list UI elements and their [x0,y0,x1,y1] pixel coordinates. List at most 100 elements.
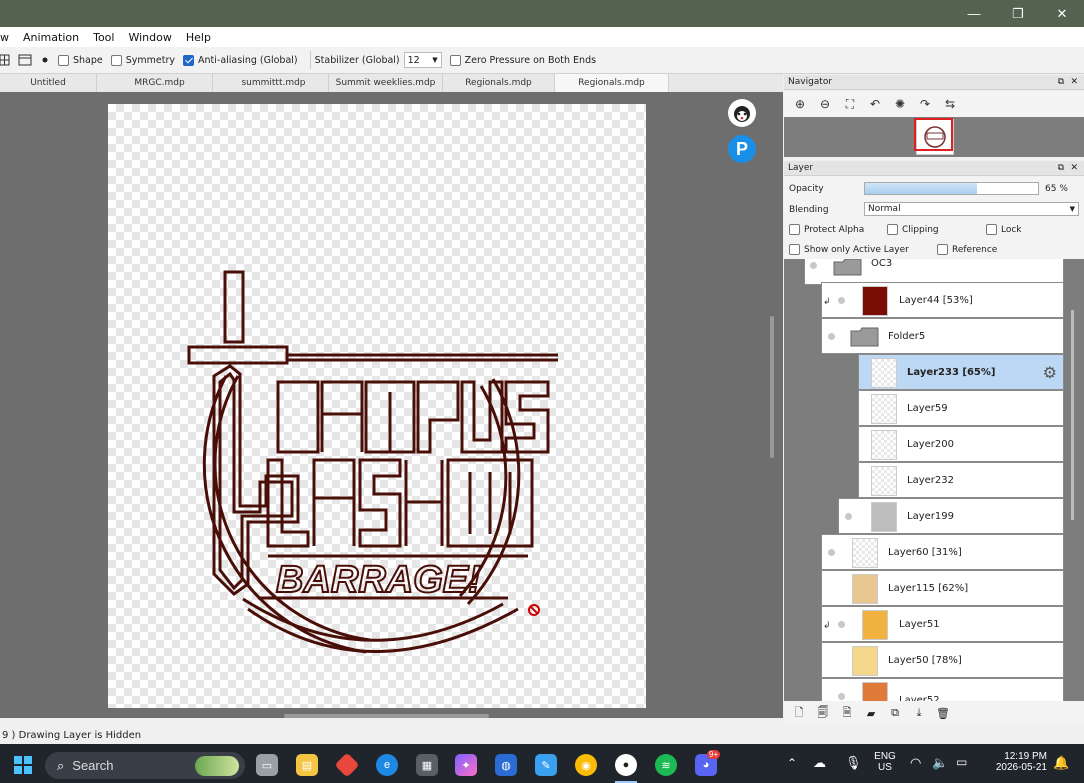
clipping-checkbox[interactable] [887,224,898,235]
tab-mrgc[interactable]: MRGC.mdp [107,74,213,92]
new-layer-icon[interactable]: 🗋 [792,706,806,720]
show-only-active-checkbox[interactable] [789,244,800,255]
visibility-icon[interactable] [838,297,845,304]
close-button[interactable]: ✕ [1040,0,1084,27]
panel-close-icon[interactable]: ✕ [1070,75,1078,90]
tab-regionals-active[interactable]: Regionals.mdp [555,74,669,92]
grid-icon[interactable] [0,54,10,66]
visibility-icon[interactable] [845,513,852,520]
lock-option[interactable]: Lock [986,224,1022,235]
flip-horizontal-icon[interactable]: ⇆ [940,94,960,114]
menu-animation[interactable]: Animation [16,31,86,44]
chevron-up-icon[interactable]: ⌃ [787,756,797,770]
opacity-slider[interactable] [864,182,1039,195]
language-indicator[interactable]: ENG US [872,751,898,773]
cloud-sync-icon[interactable]: ☁ [813,755,826,771]
pin-icon[interactable]: ⧉ [1058,161,1064,176]
reference-checkbox[interactable] [937,244,948,255]
layer-row-folder5[interactable]: Folder5 [821,318,1064,354]
visibility-icon[interactable] [810,262,817,269]
new-1bit-layer-icon[interactable]: 🗎 [840,706,854,720]
menu-help[interactable]: Help [179,31,218,44]
reset-rotation-icon[interactable]: ✺ [890,94,910,114]
davinci-icon[interactable]: ◍ [495,754,517,776]
store-icon[interactable]: ▦ [416,754,438,776]
visibility-icon[interactable] [838,621,845,628]
lock-checkbox[interactable] [986,224,997,235]
layer-row-layer60[interactable]: Layer60 [31%] [821,534,1064,570]
layer-row-layer52[interactable]: Layer52 [821,678,1064,701]
visibility-icon[interactable] [828,333,835,340]
layer-row-layer232[interactable]: Layer232 [858,462,1064,498]
battery-icon[interactable]: ▭ [956,755,967,769]
layer-row-layer59[interactable]: Layer59 [858,390,1064,426]
new-halftone-layer-icon[interactable]: 🗐 [816,706,830,720]
merge-down-icon[interactable]: ⤓ [912,706,926,720]
antialias-option[interactable]: Anti-aliasing (Global) [183,54,298,66]
layer-row-layer115[interactable]: Layer115 [62%] [821,570,1064,606]
maximize-button[interactable]: ❐ [996,0,1040,27]
tab-regionals[interactable]: Regionals.mdp [443,74,555,92]
edge-browser-icon[interactable]: e [376,754,398,776]
menu-window[interactable]: Window [121,31,178,44]
windows-start-icon[interactable] [12,754,34,776]
antialias-checkbox[interactable] [183,54,195,66]
clock[interactable]: 12:19 PM 2026-05-21 [985,751,1047,773]
stabilizer-select[interactable]: 12 ▼ [403,52,442,68]
copilot-icon[interactable]: ✦ [455,754,477,776]
app-mascot-icon[interactable] [728,99,756,127]
layer-row-layer51[interactable]: Layer51 [821,606,1064,642]
show-only-active-option[interactable]: Show only Active Layer [789,244,909,255]
shape-checkbox[interactable] [58,54,69,66]
duplicate-layer-icon[interactable]: ⧉ [888,706,902,720]
clipping-option[interactable]: Clipping [887,224,939,235]
minimize-button[interactable]: — [952,0,996,27]
navigator-viewport-frame[interactable] [914,118,953,151]
tab-summittt[interactable]: summittt.mdp [219,74,329,92]
new-folder-icon[interactable]: ▰ [864,706,878,720]
zoom-in-icon[interactable]: ⊕ [790,94,810,114]
symmetry-option[interactable]: Symmetry [110,54,175,66]
reference-option[interactable]: Reference [937,244,997,255]
zero-pressure-option[interactable]: Zero Pressure on Both Ends [449,54,596,66]
panel-icon[interactable] [18,54,32,66]
layer-row-layer200[interactable]: Layer200 [858,426,1064,462]
rotate-right-icon[interactable]: ↷ [915,94,935,114]
drawing-canvas[interactable]: BARRAGE! [108,104,646,708]
panel-close-icon[interactable]: ✕ [1070,161,1078,176]
chrome-icon[interactable]: ◉ [575,754,597,776]
taskbar-search[interactable]: ⌕ Search [45,752,245,779]
tab-untitled[interactable]: Untitled [0,74,97,92]
cloud-p-icon[interactable]: P [728,135,756,163]
layer-list-scrollbar[interactable] [1071,310,1074,520]
layer-row-layer233[interactable]: Layer233 [65%] ⚙ [858,354,1064,390]
zero-pressure-checkbox[interactable] [449,54,461,66]
canvas-horizontal-scrollbar[interactable] [284,714,489,718]
visibility-icon[interactable] [838,693,845,700]
canvas-vertical-scrollbar[interactable] [770,316,774,458]
menu-view[interactable]: w [0,31,16,44]
file-explorer-icon[interactable]: ▤ [296,754,318,776]
gear-icon[interactable]: ⚙ [1043,363,1057,383]
layer-row-layer44[interactable]: Layer44 [53%] [821,282,1064,318]
spotify-icon[interactable]: ≋ [655,754,677,776]
menu-tool[interactable]: Tool [86,31,121,44]
medibang-icon[interactable]: ● [615,754,637,776]
symmetry-checkbox[interactable] [110,54,122,66]
notification-bell-icon[interactable]: 🔔 [1053,755,1069,771]
brush-dot-icon[interactable] [40,55,50,65]
fit-window-icon[interactable]: ⛶ [840,94,860,114]
delete-layer-icon[interactable]: 🗑 [936,706,950,720]
blending-select[interactable]: Normal ▼ [864,202,1079,216]
zoom-out-icon[interactable]: ⊖ [815,94,835,114]
layer-row-layer199[interactable]: Layer199 [838,498,1064,534]
app-diamond-icon[interactable] [334,752,360,778]
layer-row-layer50[interactable]: Layer50 [78%] [821,642,1064,678]
wifi-icon[interactable]: ◠ [910,755,921,771]
speaker-icon[interactable]: 🔈 [932,755,948,771]
microphone-icon[interactable]: 🎙 [845,755,862,771]
protect-alpha-checkbox[interactable] [789,224,800,235]
shape-option[interactable]: Shape [58,54,103,66]
navigator-preview[interactable] [784,117,1084,157]
tab-summit-weeklies[interactable]: Summit weeklies.mdp [329,74,443,92]
